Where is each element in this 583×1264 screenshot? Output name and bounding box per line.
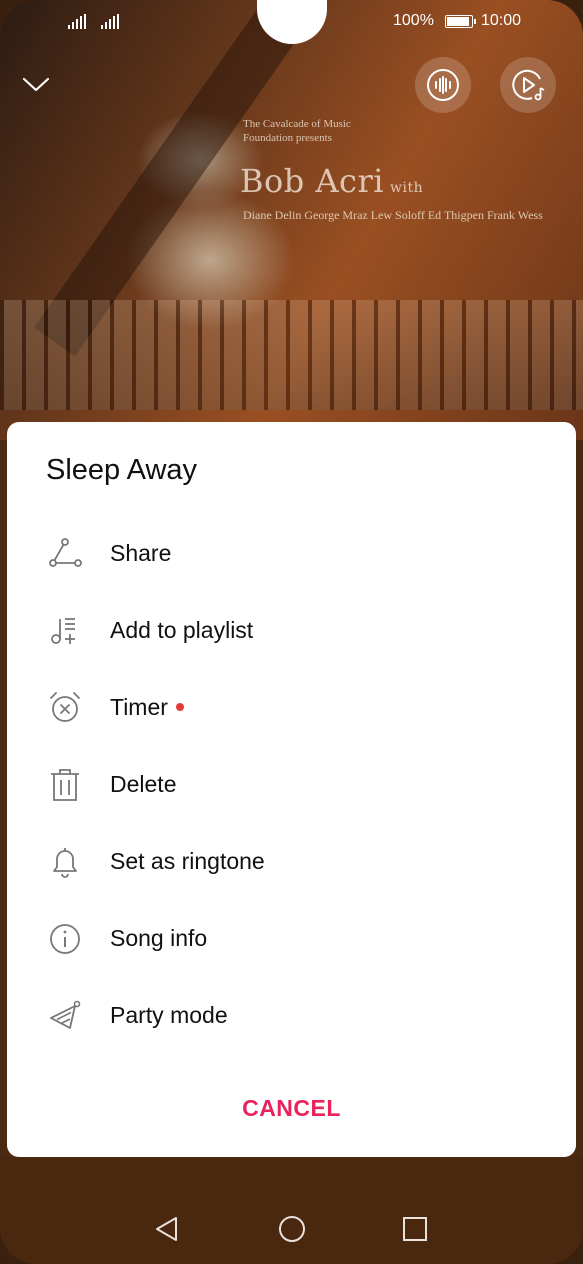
clock: 10:00 [481,12,522,29]
menu-item-song-info[interactable]: Song info [7,900,576,977]
menu-item-label: Add to playlist [110,617,254,643]
album-musicians-text: Diane Delin George Mraz Lew Soloff Ed Th… [243,208,543,222]
add-to-playlist-icon [51,617,75,644]
options-menu: Share Add to playlist Timer Delete Set a… [7,515,576,1054]
new-badge-dot [175,702,184,711]
cancel-button[interactable]: CANCEL [7,1095,576,1122]
back-icon[interactable] [152,1214,182,1244]
play-queue-button[interactable] [500,57,556,113]
bell-icon [53,847,77,878]
share-icon [49,537,82,567]
play-music-icon [512,69,545,101]
album-presenter-text: The Cavalcade of Music Foundation presen… [243,118,351,144]
battery-percent: 100% [393,12,434,29]
delete-icon [51,768,79,801]
recents-icon[interactable] [400,1214,430,1244]
menu-item-set-as-ringtone[interactable]: Set as ringtone [7,823,576,900]
sheet-title: Sleep Away [46,454,198,486]
menu-item-add-to-playlist[interactable]: Add to playlist [7,592,576,669]
sound-effects-button[interactable] [415,57,471,113]
timer-icon [50,691,80,722]
signal-icon [68,14,86,29]
menu-item-label: Song info [110,925,208,951]
menu-item-label: Set as ringtone [110,848,265,874]
menu-item-share[interactable]: Share [7,515,576,592]
navigation-bar [0,1157,583,1264]
menu-item-timer[interactable]: Timer [7,669,576,746]
menu-item-label: Party mode [110,1002,228,1028]
song-options-sheet: Sleep Away Share Add to playlist Timer D… [7,422,576,1157]
party-mode-icon [50,1000,81,1029]
info-icon [50,923,80,954]
battery-icon [445,15,476,28]
menu-item-label: Delete [110,771,177,797]
piano-keys-image [0,300,583,410]
chevron-down-icon[interactable] [20,68,52,100]
home-icon[interactable] [277,1214,307,1244]
album-artist-title: Bob Acri with [240,162,424,200]
menu-item-delete[interactable]: Delete [7,746,576,823]
menu-item-label: Timer [110,694,184,721]
menu-item-label: Share [110,540,172,566]
album-art: The Cavalcade of Music Foundation presen… [0,0,583,440]
sound-wave-icon [427,69,459,101]
menu-item-party-mode[interactable]: Party mode [7,977,576,1054]
phone-screen: The Cavalcade of Music Foundation presen… [0,0,583,1264]
signal-icon-2 [101,14,119,29]
